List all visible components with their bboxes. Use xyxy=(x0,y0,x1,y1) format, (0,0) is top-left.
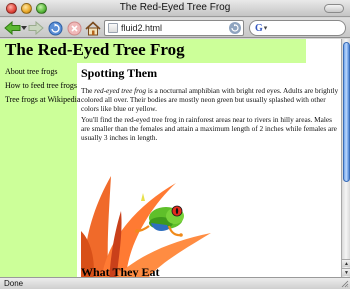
window-title: The Red-Eyed Tree Frog xyxy=(119,2,231,13)
chevron-down-icon xyxy=(21,26,27,30)
navigation-toolbar: fluid2.html G ▾ xyxy=(0,18,350,38)
stop-button[interactable] xyxy=(66,20,82,36)
minimize-window-button[interactable] xyxy=(21,3,32,14)
vertical-scrollbar[interactable]: ▲ ▼ xyxy=(341,39,350,277)
section-heading-eat: What They Eat xyxy=(81,265,160,277)
nav-link-feed-tree-frogs[interactable]: How to feed tree frogs xyxy=(5,81,77,90)
species-name: red-eyed tree frog xyxy=(94,86,147,95)
google-icon[interactable]: G xyxy=(255,23,263,34)
paragraph-habitat: You'll find the red-eyed tree frog in ra… xyxy=(81,115,337,142)
back-arrow-icon xyxy=(4,21,21,35)
paragraph-description: The red-eyed tree frog is a nocturnal am… xyxy=(81,86,339,113)
chevron-down-icon[interactable]: ▾ xyxy=(264,24,268,32)
close-window-button[interactable] xyxy=(6,3,17,14)
section-heading-spotting: Spotting Them xyxy=(81,66,158,80)
frog-photo xyxy=(81,171,231,277)
main-content: Spotting Them The red-eyed tree frog is … xyxy=(81,63,341,277)
scroll-up-button[interactable]: ▲ xyxy=(342,259,350,267)
back-button[interactable] xyxy=(3,20,23,36)
stop-icon xyxy=(67,21,81,35)
page-viewport: The Red-Eyed Tree Frog About tree frogs … xyxy=(0,39,350,277)
back-history-menu[interactable] xyxy=(21,20,27,36)
page-title: The Red-Eyed Tree Frog xyxy=(5,40,185,59)
paragraph-text: The xyxy=(81,86,95,95)
search-box[interactable]: G ▾ xyxy=(249,20,346,36)
nav-link-about-tree-frogs[interactable]: About tree frogs xyxy=(5,67,57,76)
go-button[interactable] xyxy=(229,22,241,34)
scroll-down-button[interactable]: ▼ xyxy=(342,268,350,276)
window-titlebar: The Red-Eyed Tree Frog xyxy=(0,0,350,17)
go-icon xyxy=(231,24,239,32)
toolbar-toggle-button[interactable] xyxy=(324,4,344,13)
home-button[interactable] xyxy=(85,20,101,36)
address-bar[interactable]: fluid2.html xyxy=(104,20,244,36)
forward-arrow-icon xyxy=(28,21,44,35)
sidebar-nav: About tree frogs How to feed tree frogs … xyxy=(0,63,80,277)
chevron-down-icon: ▼ xyxy=(344,269,349,276)
page-banner: The Red-Eyed Tree Frog xyxy=(0,39,306,63)
home-icon xyxy=(85,20,101,35)
nav-link-wikipedia[interactable]: Tree frogs at Wikipedia xyxy=(5,95,80,104)
forward-button[interactable] xyxy=(28,20,44,36)
reload-button[interactable] xyxy=(47,20,63,36)
resize-grip-icon[interactable] xyxy=(341,280,349,288)
page-icon xyxy=(108,23,118,33)
search-input[interactable] xyxy=(270,23,331,33)
chevron-up-icon: ▲ xyxy=(344,260,349,267)
status-text: Done xyxy=(4,279,24,288)
reload-icon xyxy=(48,21,62,35)
url-text[interactable]: fluid2.html xyxy=(121,23,229,33)
zoom-window-button[interactable] xyxy=(36,3,47,14)
scrollbar-thumb[interactable] xyxy=(343,42,350,182)
status-bar: Done xyxy=(0,277,350,289)
